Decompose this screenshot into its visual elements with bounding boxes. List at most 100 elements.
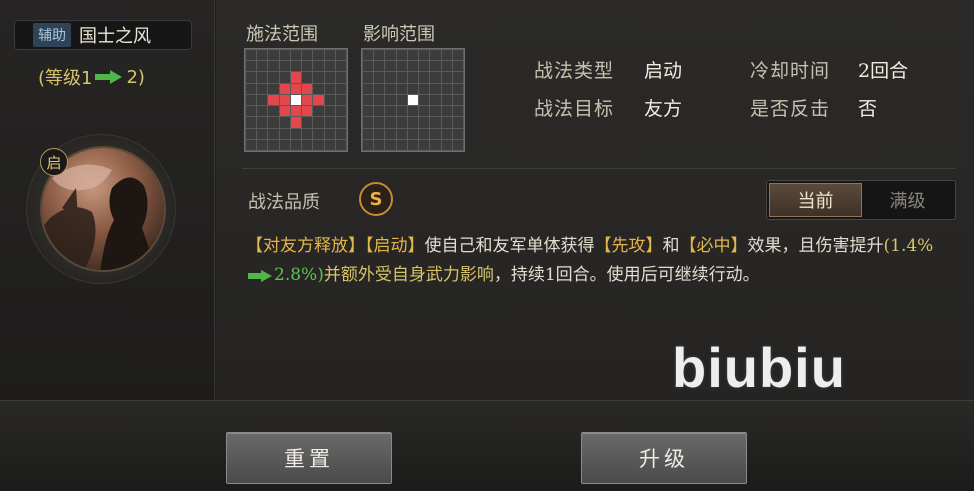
watermark: biubiu <box>672 336 846 399</box>
grid-cell <box>279 72 290 83</box>
grid-cell <box>385 83 396 94</box>
grid-cell <box>374 106 385 117</box>
grid-cell <box>268 139 279 150</box>
skill-type-badge: 辅助 <box>33 23 71 47</box>
grid-cell <box>452 94 463 106</box>
grid-cell <box>363 83 374 94</box>
grid-range-cell <box>290 106 302 117</box>
grid-cell <box>324 50 335 61</box>
grid-cell <box>385 94 396 106</box>
grid-cell <box>302 72 313 83</box>
grid-cell <box>302 61 313 72</box>
activation-type-badge: 启 <box>40 148 68 176</box>
skill-name-box: 辅助 国士之风 <box>14 20 192 50</box>
grid-cell <box>324 94 335 106</box>
grid-cell <box>407 128 419 139</box>
grid-cell <box>430 139 441 150</box>
grid-cell <box>257 117 268 128</box>
grid-cell <box>452 61 463 72</box>
desc-value-from: (1.4% <box>883 236 934 256</box>
grid-cell <box>430 72 441 83</box>
grid-cell <box>257 128 268 139</box>
grid-cell <box>430 117 441 128</box>
grid-cell <box>407 50 419 61</box>
grid-cell <box>396 50 407 61</box>
grid-cell <box>324 83 335 94</box>
cast-range-label: 施法范围 <box>246 24 318 45</box>
grid-cell <box>441 128 452 139</box>
grid-cell <box>430 106 441 117</box>
grid-cell <box>374 117 385 128</box>
grid-cell <box>335 94 346 106</box>
grid-cell <box>257 94 268 106</box>
level-arrow-icon <box>95 70 123 84</box>
counterattack-label: 是否反击 <box>750 98 831 120</box>
grid-cell <box>385 117 396 128</box>
grid-cell <box>419 61 430 72</box>
grid-cell <box>419 139 430 150</box>
grid-cell <box>385 50 396 61</box>
grid-cell <box>290 128 302 139</box>
quality-grade-badge: S <box>359 182 393 216</box>
desc-tag-activation: 【启动】 <box>365 236 425 256</box>
grid-cell <box>257 72 268 83</box>
grid-cell <box>430 83 441 94</box>
grid-cell <box>407 106 419 117</box>
grid-cell <box>257 61 268 72</box>
grid-cell <box>396 106 407 117</box>
tactic-target-label: 战法目标 <box>534 98 615 120</box>
reset-button[interactable]: 重置 <box>226 432 392 484</box>
grid-range-cell <box>279 106 290 117</box>
desc-arrow-icon <box>248 269 272 282</box>
grid-cell <box>313 106 324 117</box>
grid-cell <box>246 128 257 139</box>
grid-cell <box>374 139 385 150</box>
grid-cell <box>363 61 374 72</box>
grid-cell <box>396 83 407 94</box>
grid-cell <box>246 94 257 106</box>
grid-cell <box>290 50 302 61</box>
grid-cell <box>430 128 441 139</box>
tactic-target-value: 友方 <box>644 98 683 120</box>
grid-cell <box>335 61 346 72</box>
tactic-type-value: 启动 <box>644 60 683 82</box>
grid-cell <box>385 72 396 83</box>
grid-cell <box>268 106 279 117</box>
quality-label: 战法品质 <box>248 192 320 213</box>
grid-cell <box>313 72 324 83</box>
tab-current-level[interactable]: 当前 <box>769 183 862 217</box>
grid-cell <box>419 72 430 83</box>
section-divider <box>242 168 956 169</box>
grid-cell <box>452 139 463 150</box>
grid-cell <box>419 128 430 139</box>
grid-cell <box>374 83 385 94</box>
grid-cell <box>268 128 279 139</box>
grid-cell <box>452 128 463 139</box>
grid-cell <box>396 94 407 106</box>
grid-cell <box>279 50 290 61</box>
grid-range-cell <box>302 94 313 106</box>
grid-cell <box>452 72 463 83</box>
grid-cell <box>407 139 419 150</box>
tab-max-level[interactable]: 满级 <box>862 183 953 217</box>
grid-cell <box>246 117 257 128</box>
grid-cell <box>385 139 396 150</box>
grid-cell <box>430 94 441 106</box>
grid-cell <box>257 106 268 117</box>
grid-center-cell <box>290 94 302 106</box>
grid-cell <box>246 72 257 83</box>
grid-cell <box>324 117 335 128</box>
grid-cell <box>385 61 396 72</box>
grid-cell <box>257 50 268 61</box>
desc-value-to: 2.8%) <box>274 265 324 285</box>
grid-cell <box>396 61 407 72</box>
grid-cell <box>268 50 279 61</box>
grid-cell <box>419 117 430 128</box>
grid-cell <box>407 117 419 128</box>
grid-cell <box>363 94 374 106</box>
grid-cell <box>385 128 396 139</box>
grid-cell <box>363 50 374 61</box>
grid-cell <box>441 72 452 83</box>
upgrade-button[interactable]: 升级 <box>581 432 747 484</box>
grid-cell <box>302 128 313 139</box>
